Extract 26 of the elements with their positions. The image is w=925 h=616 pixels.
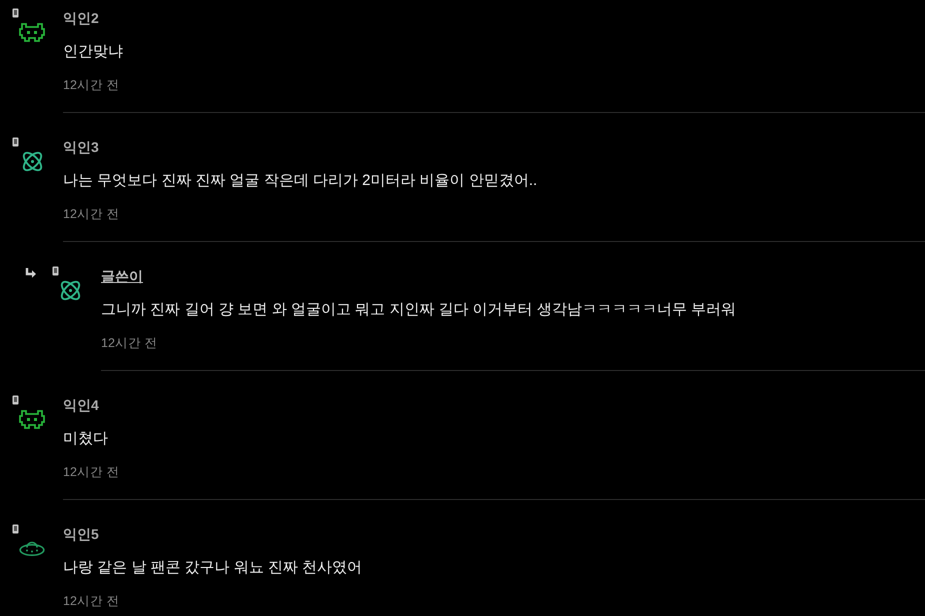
author-name: 익인4 <box>63 396 99 415</box>
phone-icon <box>12 395 19 405</box>
comment-text: 미쳤다 <box>63 429 108 449</box>
comment-time: 12시간 전 <box>63 464 120 480</box>
comment-time: 12시간 전 <box>63 593 120 609</box>
comment-time: 12시간 전 <box>101 335 158 351</box>
comment-time: 12시간 전 <box>63 206 120 222</box>
phone-icon <box>12 8 19 18</box>
atom-icon <box>20 149 45 174</box>
comment-time: 12시간 전 <box>63 77 120 93</box>
space-invader-icon <box>19 408 45 430</box>
space-invader-icon <box>19 21 45 43</box>
comment-text: 인간맞냐 <box>63 42 123 62</box>
phone-icon <box>12 137 19 147</box>
ufo-icon <box>19 540 45 557</box>
reply-arrow-icon <box>25 268 37 278</box>
author-name: 익인3 <box>63 138 99 157</box>
phone-icon <box>12 524 19 534</box>
author-name: 익인5 <box>63 525 99 544</box>
comment-text: 나랑 같은 날 팬콘 갔구나 워뇨 진짜 천사였어 <box>63 558 362 578</box>
phone-icon <box>52 266 59 276</box>
author-name: 익인2 <box>63 9 99 28</box>
author-name: 글쓴이 <box>101 267 143 286</box>
comment-text: 나는 무엇보다 진짜 진짜 얼굴 작은데 다리가 2미터라 비율이 안믿겼어.. <box>63 171 538 191</box>
atom-icon <box>58 278 83 303</box>
comment-text: 그니까 진짜 길어 걍 보면 와 얼굴이고 뭐고 지인짜 길다 이거부터 생각남ㅋㅋㅋㅋㅋ너무 부러워 <box>101 300 736 320</box>
